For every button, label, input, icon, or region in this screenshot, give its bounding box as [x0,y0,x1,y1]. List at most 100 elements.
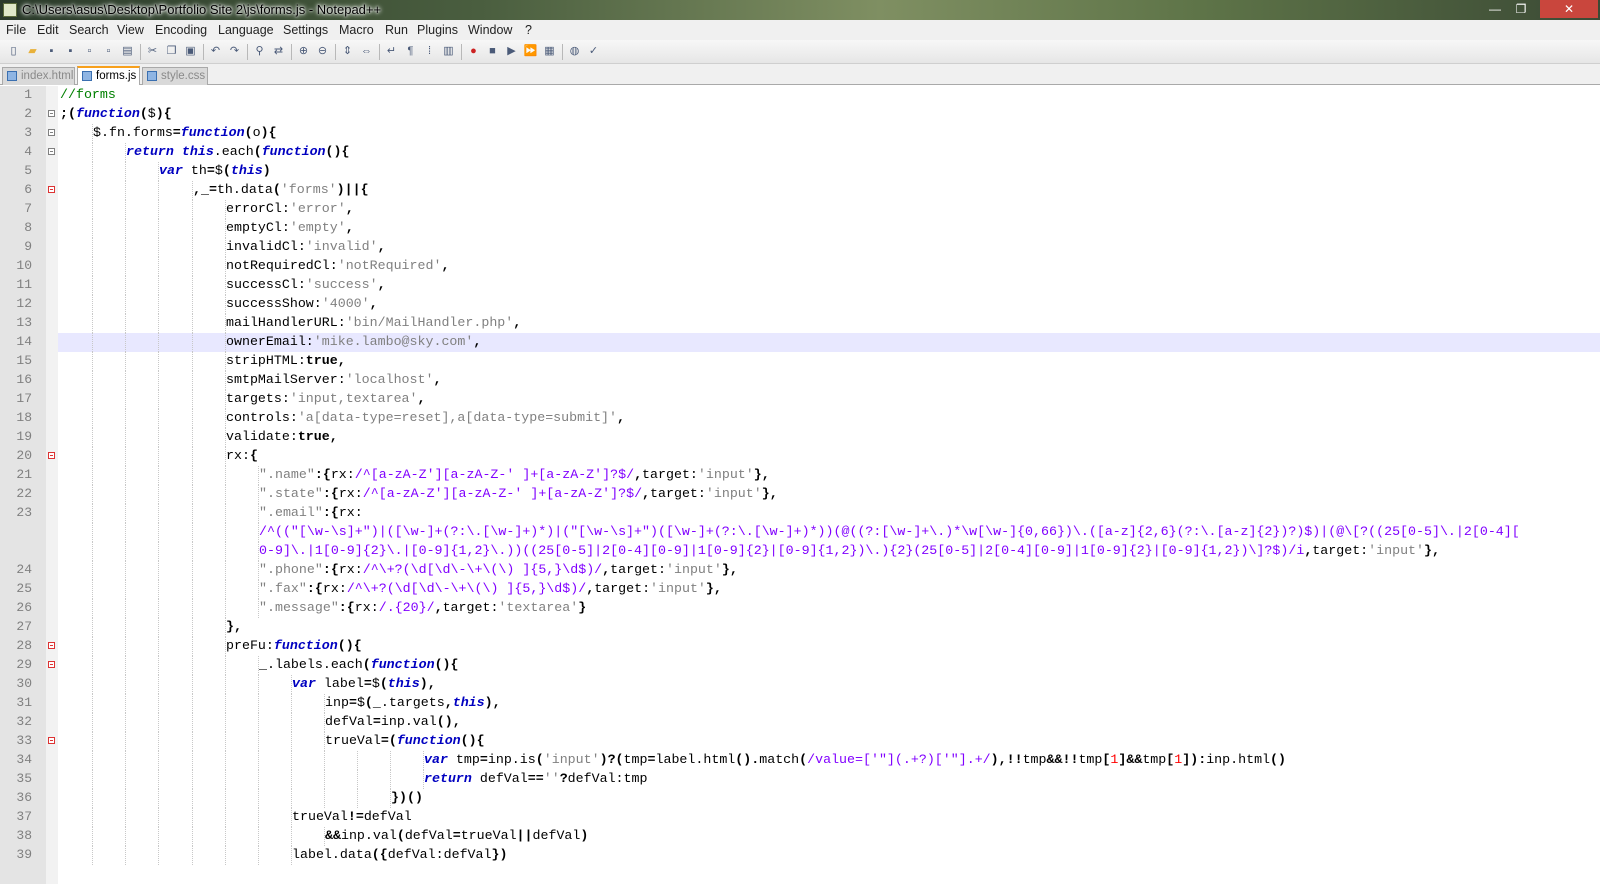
indent-guide-icon[interactable]: ⁞ [422,44,437,59]
indent-guide [125,846,126,865]
code-line[interactable]: 18 controls:'a[data-type=reset],a[data-ty… [0,409,1600,428]
close-all-icon[interactable]: ▫ [101,44,116,59]
code-line[interactable]: 20 rx:{ [0,447,1600,466]
code-token: var [292,676,316,691]
close-window-button[interactable]: ✕ [1540,0,1598,18]
notepadpp-app-icon[interactable] [3,3,17,17]
menu-encoding[interactable]: Encoding [155,23,207,37]
code-line[interactable]: 24 ".phone":{rx:/^\+?(\d[\d\-\+\(\) ]{5,}… [0,561,1600,580]
replace-icon[interactable]: ⇄ [271,44,286,59]
code-line[interactable]: 13 mailHandlerURL:'bin/MailHandler.php', [0,314,1600,333]
minimize-button[interactable]: — [1482,0,1508,18]
launch-browser-icon[interactable]: ◍ [567,44,582,59]
code-line[interactable]: 4 return this.each(function(){ [0,143,1600,162]
code-line[interactable]: 36})() [0,789,1600,808]
fold-toggle-icon[interactable] [48,186,55,193]
code-line[interactable]: 38 &&inp.val(defVal=trueVal||defVal) [0,827,1600,846]
maximize-button[interactable]: ❐ [1508,0,1534,18]
code-line[interactable]: 17 targets:'input,textarea', [0,390,1600,409]
close-icon[interactable]: ▫ [82,44,97,59]
code-line[interactable]: 15 stripHTML:true, [0,352,1600,371]
find-icon[interactable]: ⚲ [252,44,267,59]
code-line[interactable]: 14 ownerEmail:'mike.lambo@sky.com', [0,333,1600,352]
show-all-chars-icon[interactable]: ¶ [403,44,418,59]
redo-icon[interactable]: ↷ [227,44,242,59]
save-all-icon[interactable]: ▪ [63,44,78,59]
menu-help[interactable]: ? [525,23,532,37]
code-line[interactable]: 37 trueVal!=defVal [0,808,1600,827]
fold-toggle-icon[interactable] [48,452,55,459]
code-line[interactable]: 34 var tmp=inp.is('input')?(tmp=label.htm… [0,751,1600,770]
code-line[interactable]: 16 smtpMailServer:'localhost', [0,371,1600,390]
code-line[interactable]: 33 trueVal=(function(){ [0,732,1600,751]
code-line[interactable]: 30 var label=$(this), [0,675,1600,694]
code-line[interactable]: 29 _.labels.each(function(){ [0,656,1600,675]
code-line[interactable]: 19 validate:true, [0,428,1600,447]
word-wrap-icon[interactable]: ↵ [384,44,399,59]
menu-language[interactable]: Language [218,23,274,37]
code-line[interactable]: 27}, [0,618,1600,637]
code-line[interactable]: 9 invalidCl:'invalid', [0,238,1600,257]
code-line[interactable]: 35 return defVal==''?defVal:tmp [0,770,1600,789]
code-line[interactable]: 5 var th=$(this) [0,162,1600,181]
menu-edit[interactable]: Edit [37,23,59,37]
sync-horizontal-icon[interactable]: ⇔ [359,44,374,59]
document-map-icon[interactable]: ▥ [441,44,456,59]
spellcheck-icon[interactable]: ✓ [586,44,601,59]
paste-icon[interactable]: ▣ [183,44,198,59]
code-line[interactable]: 8 emptyCl:'empty', [0,219,1600,238]
code-line[interactable]: 7 errorCl:'error', [0,200,1600,219]
menu-file[interactable]: File [6,23,26,37]
code-line[interactable]: 2 ;(function($){ [0,105,1600,124]
sync-vertical-icon[interactable]: ⇕ [340,44,355,59]
fold-toggle-icon[interactable] [48,148,55,155]
code-line[interactable]: 32 defVal=inp.val(), [0,713,1600,732]
code-line[interactable]: 10 notRequiredCl:'notRequired', [0,257,1600,276]
new-file-icon[interactable]: ▯ [6,44,21,59]
code-line[interactable]: 25 ".fax":{rx:/^\+?(\d[\d\-\+\(\) ]{5,}\d… [0,580,1600,599]
menu-window[interactable]: Window [468,23,512,37]
save-macro-icon[interactable]: ▦ [542,44,557,59]
open-file-icon[interactable]: ▰ [25,44,40,59]
tab-index-html[interactable]: index.html [2,67,75,85]
menu-search[interactable]: Search [69,23,109,37]
code-line[interactable]: 0-9]\.|1[0-9]{2}\.|[0-9]{1,2}\.))((25[0-… [0,542,1600,561]
tab-forms-js[interactable]: forms.js [77,66,140,85]
copy-icon[interactable]: ❐ [164,44,179,59]
menu-plugins[interactable]: Plugins [417,23,458,37]
fold-toggle-icon[interactable] [48,737,55,744]
menu-macro[interactable]: Macro [339,23,374,37]
code-line[interactable]: 12 successShow:'4000', [0,295,1600,314]
code-line[interactable]: 26 ".message":{rx:/.{20}/,target:'textare… [0,599,1600,618]
fold-toggle-icon[interactable] [48,129,55,136]
code-line[interactable]: 3 $.fn.forms=function(o){ [0,124,1600,143]
stop-record-icon[interactable]: ■ [485,44,500,59]
zoom-in-icon[interactable]: ⊕ [296,44,311,59]
fold-toggle-icon[interactable] [48,110,55,117]
menu-run[interactable]: Run [385,23,408,37]
cut-icon[interactable]: ✂ [145,44,160,59]
print-icon[interactable]: ▤ [120,44,135,59]
code-editor[interactable]: 1//forms 2 ;(function($){3 $.fn.forms=funct… [0,86,1600,884]
code-line[interactable]: 23 ".email":{rx: [0,504,1600,523]
code-line[interactable]: 21 ".name":{rx:/^[a-zA-Z'][a-zA-Z-' ]+[a-… [0,466,1600,485]
zoom-out-icon[interactable]: ⊖ [315,44,330,59]
menu-settings[interactable]: Settings [283,23,328,37]
save-icon[interactable]: ▪ [44,44,59,59]
menu-view[interactable]: View [117,23,144,37]
tab-style-css[interactable]: style.css [142,67,208,85]
record-macro-icon[interactable]: ● [466,44,481,59]
code-line[interactable]: 22 ".state":{rx:/^[a-zA-Z'][a-zA-Z-' ]+[a… [0,485,1600,504]
code-line[interactable]: 11 successCl:'success', [0,276,1600,295]
play-macro-icon[interactable]: ▶ [504,44,519,59]
fold-toggle-icon[interactable] [48,661,55,668]
code-line[interactable]: 1 //forms [0,86,1600,105]
code-line[interactable]: 6 ,_=th.data('forms')||{ [0,181,1600,200]
undo-icon[interactable]: ↶ [208,44,223,59]
code-line[interactable]: 31 inp=$(_.targets,this), [0,694,1600,713]
run-macro-multiple-icon[interactable]: ⏩ [523,44,538,59]
code-line[interactable]: /^(("[\w-\s]+")|([\w-]+(?:\.[\w-]+)*)|("… [0,523,1600,542]
fold-toggle-icon[interactable] [48,642,55,649]
code-line[interactable]: 28 preFu:function(){ [0,637,1600,656]
code-line[interactable]: 39 label.data({defVal:defVal}) [0,846,1600,865]
